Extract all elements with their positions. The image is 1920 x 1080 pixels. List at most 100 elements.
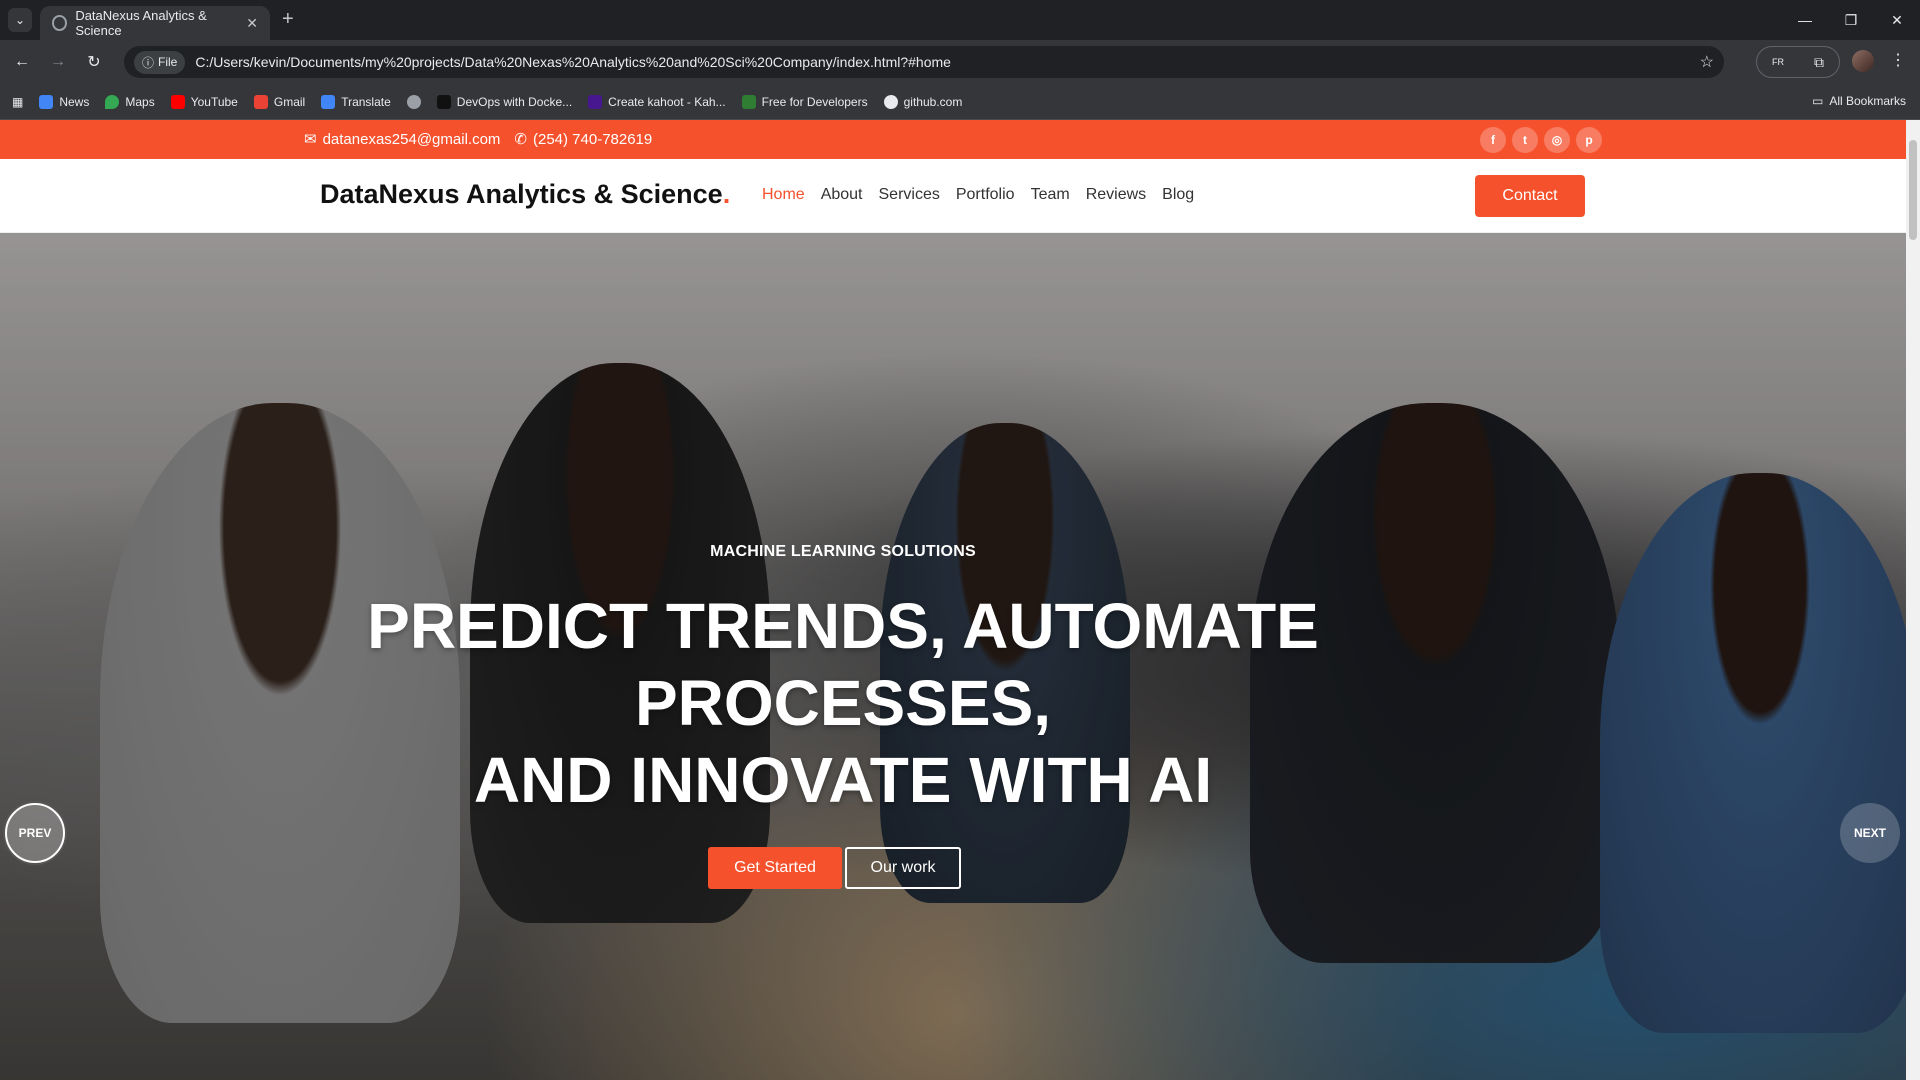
all-bookmarks-label: All Bookmarks: [1829, 94, 1906, 108]
address-bar[interactable]: ⓘ File C:/Users/kevin/Documents/my%20proj…: [124, 46, 1724, 78]
bookmark-label: Translate: [341, 94, 391, 109]
contact-button[interactable]: Contact: [1475, 175, 1585, 217]
bookmark-label: DevOps with Docke...: [456, 94, 573, 109]
scrollbar-thumb[interactable]: [1909, 140, 1917, 240]
free-dev-icon: [741, 94, 756, 109]
email-text: datanexas254@gmail.com: [322, 130, 501, 148]
nav-about[interactable]: About: [821, 186, 863, 204]
bookmark-label: github.com: [903, 94, 963, 109]
nav-services[interactable]: Services: [879, 186, 940, 204]
nav-portfolio[interactable]: Portfolio: [956, 186, 1015, 204]
nav-team[interactable]: Team: [1031, 186, 1070, 204]
new-tab-button[interactable]: +: [282, 8, 294, 31]
bookmark-news[interactable]: News: [39, 94, 90, 109]
folder-icon: ▭: [1811, 94, 1824, 108]
menu-kebab-icon[interactable]: ⋮: [1890, 50, 1906, 70]
envelope-icon: ✉: [304, 131, 317, 148]
bookmark-youtube[interactable]: YouTube: [170, 94, 238, 109]
tab-title: DataNexus Analytics & Science: [75, 8, 207, 38]
twitter-icon[interactable]: t: [1512, 127, 1538, 153]
info-icon: ⓘ: [142, 55, 155, 70]
site-logo[interactable]: DataNexus Analytics & Science.: [320, 179, 730, 210]
email-link[interactable]: ✉ datanexas254@gmail.com: [304, 130, 501, 149]
phone-text: (254) 740-782619: [532, 130, 653, 148]
news-icon: [39, 94, 54, 109]
tab-strip: ⌄ DataNexus Analytics & Science ✕ + — ❐ …: [0, 0, 1920, 40]
bookmark-label: News: [59, 94, 90, 109]
chip-label: File: [158, 55, 178, 69]
bookmark-devops[interactable]: DevOps with Docke...: [436, 94, 573, 109]
phone-link[interactable]: ✆ (254) 740-782619: [514, 130, 653, 149]
bookmark-github[interactable]: github.com: [883, 94, 963, 109]
carousel-next-button[interactable]: NEXT: [1840, 803, 1900, 863]
carousel-prev-button[interactable]: PREV: [5, 803, 65, 863]
bookmark-label: Gmail: [273, 94, 306, 109]
translate-icon: [321, 94, 336, 109]
github-icon: [883, 94, 898, 109]
hero-subtitle: MACHINE LEARNING SOLUTIONS: [710, 543, 976, 560]
bookmark-gmail[interactable]: Gmail: [253, 94, 306, 109]
instagram-icon[interactable]: ◎: [1544, 127, 1570, 153]
nav-reviews[interactable]: Reviews: [1086, 186, 1146, 204]
devops-icon: [436, 94, 451, 109]
site-header: DataNexus Analytics & Science. Home Abou…: [0, 159, 1920, 233]
bookmark-maps[interactable]: Maps: [105, 94, 155, 109]
extensions-area: FR ⧉: [1756, 46, 1840, 78]
page-scrollbar[interactable]: [1906, 120, 1920, 1080]
top-info-bar: ✉ datanexas254@gmail.com ✆ (254) 740-78261…: [0, 120, 1920, 159]
window-controls: — ❐ ✕: [1782, 0, 1920, 40]
bookmark-label: YouTube: [190, 94, 238, 109]
main-nav: Home About Services Portfolio Team Revie…: [762, 186, 1194, 204]
logo-dot: .: [722, 179, 731, 209]
reload-button[interactable]: ↻: [82, 50, 106, 74]
hero-title-line: AND INNOVATE WITH AI: [473, 744, 1213, 816]
maps-icon: [105, 94, 120, 109]
bookmark-free-for-developers[interactable]: Free for Developers: [741, 94, 868, 109]
restore-button[interactable]: ❐: [1828, 0, 1874, 40]
all-bookmarks[interactable]: ▭ All Bookmarks: [1812, 94, 1906, 108]
apps-grid-icon[interactable]: ▦: [12, 95, 23, 109]
forward-button[interactable]: →: [46, 50, 70, 74]
tab-search-button[interactable]: ⌄: [8, 8, 32, 32]
bookmark-label: Create kahoot - Kah...: [608, 94, 726, 109]
globe-icon: [406, 94, 421, 109]
bookmark-label: Maps: [125, 94, 155, 109]
kahoot-icon: [588, 94, 603, 109]
extension-badge[interactable]: FR: [1772, 57, 1784, 67]
globe-icon: [52, 15, 68, 31]
browser-chrome: ⌄ DataNexus Analytics & Science ✕ + — ❐ …: [0, 0, 1920, 120]
close-tab-icon[interactable]: ✕: [246, 15, 258, 32]
close-window-button[interactable]: ✕: [1874, 0, 1920, 40]
browser-toolbar: ← → ↻ ⓘ File C:/Users/kevin/Documents/my%…: [0, 40, 1920, 84]
hero-title: PREDICT TRENDS, AUTOMATE PROCESSES, AND …: [0, 588, 1686, 819]
bookmark-translate[interactable]: Translate: [321, 94, 391, 109]
nav-home[interactable]: Home: [762, 186, 805, 204]
logo-text: DataNexus Analytics & Science: [320, 179, 723, 209]
profile-avatar[interactable]: [1852, 50, 1874, 72]
nav-blog[interactable]: Blog: [1162, 186, 1194, 204]
browser-tab[interactable]: DataNexus Analytics & Science ✕: [40, 6, 270, 40]
url-text: C:/Users/kevin/Documents/my%20projects/D…: [195, 54, 951, 70]
hero-title-line: PREDICT TRENDS, AUTOMATE: [367, 590, 1319, 662]
gmail-icon: [253, 94, 268, 109]
pinterest-icon[interactable]: p: [1576, 127, 1602, 153]
facebook-icon[interactable]: f: [1480, 127, 1506, 153]
site-info-chip[interactable]: ⓘ File: [134, 50, 186, 74]
bookmarks-bar: ▦ News Maps YouTube Gmail Translate DevO…: [0, 84, 1920, 120]
web-page: ✉ datanexas254@gmail.com ✆ (254) 740-78261…: [0, 120, 1920, 1080]
youtube-icon: [170, 94, 185, 109]
bookmark-star-icon[interactable]: ☆: [1700, 52, 1714, 72]
hero-section: MACHINE LEARNING SOLUTIONS PREDICT TREND…: [0, 233, 1920, 1080]
bookmark-label: Free for Developers: [761, 94, 868, 109]
our-work-button[interactable]: Our work: [845, 847, 961, 889]
minimize-button[interactable]: —: [1782, 0, 1828, 40]
phone-icon: ✆: [514, 131, 527, 148]
puzzle-icon[interactable]: ⧉: [1814, 54, 1824, 71]
back-button[interactable]: ←: [10, 50, 34, 74]
hero-title-line: PROCESSES,: [634, 667, 1052, 739]
bookmark-globe[interactable]: [406, 94, 421, 109]
get-started-button[interactable]: Get Started: [708, 847, 842, 889]
social-links: f t ◎ p: [1480, 127, 1602, 153]
contact-info: ✉ datanexas254@gmail.com ✆ (254) 740-78261…: [304, 130, 653, 149]
bookmark-kahoot[interactable]: Create kahoot - Kah...: [588, 94, 726, 109]
